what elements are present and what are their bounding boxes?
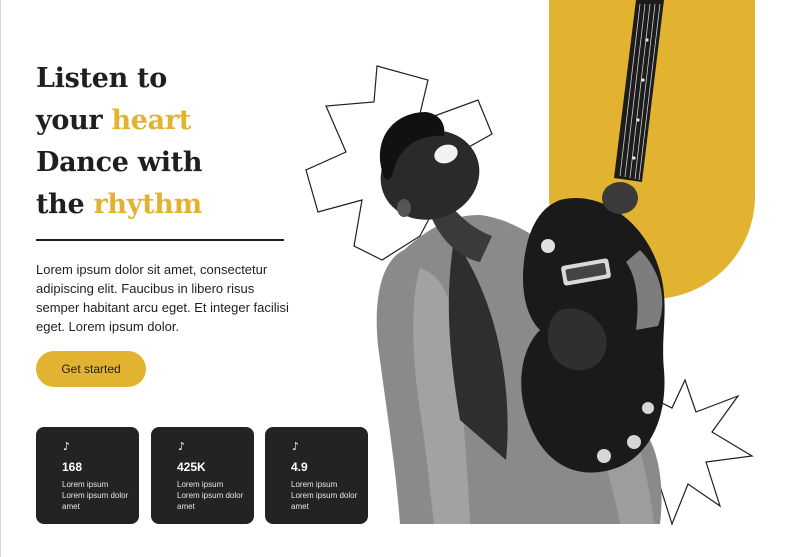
get-started-button[interactable]: Get started [36,351,146,387]
music-note-icon: ♪ [63,440,71,453]
music-note-icon: ♪ [292,440,300,453]
headline-accent-rhythm: rhythm [93,189,202,220]
stat-value: 425K [177,460,206,474]
hero-headline: Listen to your heart Dance with the rhyt… [36,58,316,226]
music-note-icon: ♪ [178,440,186,453]
headline-accent-heart: heart [111,105,191,136]
stat-caption: Lorem ipsum Lorem ipsum dolor amet [62,480,129,511]
hero-description: Lorem ipsum dolor sit amet, consectetur … [36,262,289,334]
headline-line-4: the rhythm [36,189,202,220]
stat-value: 168 [62,460,83,474]
stat-caption: Lorem ipsum Lorem ipsum dolor amet [177,480,244,511]
page-edge [0,0,1,557]
hero-illustration [305,0,755,526]
stat-card-1: ♪ 168 Lorem ipsum Lorem ipsum dolor amet [36,427,139,524]
headline-line-3: Dance with [36,147,203,178]
stat-card-2: ♪ 425K Lorem ipsum Lorem ipsum dolor ame… [151,427,254,524]
headline-line-2: your heart [36,105,191,136]
headline-divider [36,239,284,241]
headline-line-1: Listen to [36,63,167,94]
